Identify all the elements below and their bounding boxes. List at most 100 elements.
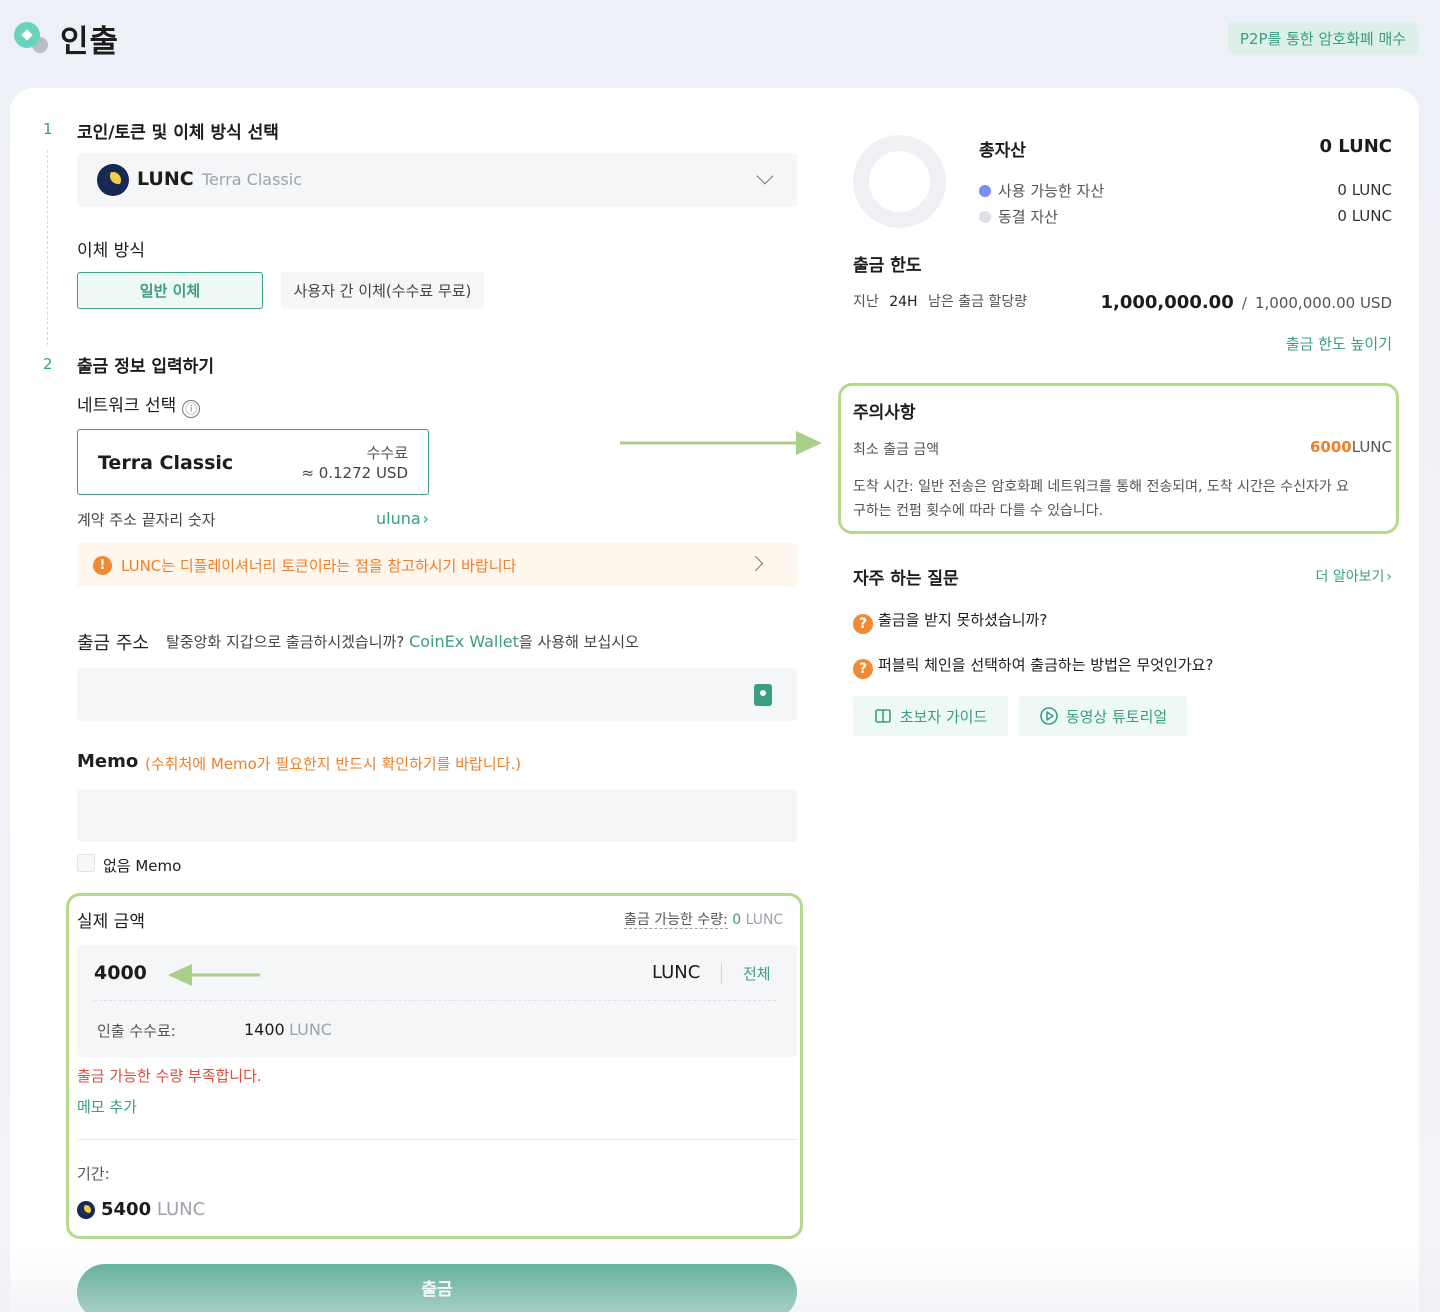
available-value: 0 bbox=[732, 912, 742, 928]
limit-separator: / bbox=[1241, 294, 1247, 312]
frozen-legend-dot bbox=[979, 211, 991, 223]
chevron-right-icon: › bbox=[1386, 569, 1392, 585]
min-withdraw-amount: 6000LUNC bbox=[1232, 438, 1392, 456]
address-hint-post: 을 사용해 보십시오 bbox=[518, 633, 639, 651]
limit-period-mid: 24H bbox=[889, 294, 918, 310]
min-withdraw-value: 6000 bbox=[1309, 438, 1352, 456]
total-amount: 5400 LUNC bbox=[101, 1199, 205, 1220]
max-amount-button[interactable]: 전체 bbox=[743, 963, 771, 984]
step-1-number: 1 bbox=[43, 120, 53, 138]
arrival-line-2: 구하는 컨펌 횟수에 따라 다를 수 있습니다. bbox=[853, 503, 1104, 519]
frozen-assets-value: 0 LUNC bbox=[1337, 207, 1392, 225]
warning-icon: ! bbox=[93, 556, 112, 575]
available-label: 출금 가능한 수량: bbox=[624, 912, 728, 929]
withdraw-submit-button[interactable]: 출금 bbox=[77, 1264, 797, 1312]
normal-transfer-button[interactable]: 일반 이체 bbox=[77, 272, 263, 309]
contract-link[interactable]: uluna › bbox=[376, 509, 429, 528]
withdraw-limit-title: 출금 한도 bbox=[853, 256, 922, 276]
amount-separator bbox=[721, 963, 722, 984]
network-fee-label: 수수료 bbox=[366, 444, 408, 462]
withdraw-fee-label: 인출 수수료: bbox=[97, 1022, 176, 1040]
network-option-terra-classic[interactable]: Terra Classic 수수료 ≈ 0.1272 USD bbox=[77, 429, 429, 495]
limit-period: 지난 24H 남은 출금 할당량 bbox=[853, 291, 1027, 311]
faq-question-1[interactable]: ? 출금을 받지 못하셨습니까? bbox=[853, 609, 1047, 634]
address-input-overlay bbox=[77, 668, 797, 721]
network-label-row: 네트워크 선택 ⓘ bbox=[77, 391, 201, 418]
info-icon[interactable]: ⓘ bbox=[182, 400, 201, 418]
asset-donut-chart bbox=[853, 135, 946, 228]
min-withdraw-label: 최소 출금 금액 bbox=[853, 442, 940, 458]
limit-period-post: 남은 출금 할당량 bbox=[928, 294, 1028, 310]
step-2-number: 2 bbox=[43, 355, 53, 373]
available-legend-dot bbox=[979, 185, 991, 197]
beginner-guide-label: 초보자 가이드 bbox=[899, 707, 988, 726]
contract-value: uluna bbox=[376, 509, 421, 528]
question-icon: ? bbox=[853, 659, 873, 679]
beginner-guide-button[interactable]: 초보자 가이드 bbox=[853, 696, 1008, 736]
deflationary-warning-bar[interactable]: ! LUNC는 디플레이셔너리 토큰이라는 점을 참고하시기 바랍니다 bbox=[77, 543, 797, 587]
faq-question-2-text: 퍼블릭 체인을 선택하여 출금하는 방법은 무엇인가요? bbox=[878, 656, 1214, 674]
memo-input[interactable] bbox=[77, 789, 797, 842]
section-divider bbox=[77, 1139, 797, 1140]
available-amount: 출금 가능한 수량: 0 LUNC bbox=[624, 909, 783, 929]
total-assets-label: 총자산 bbox=[979, 141, 1026, 161]
insufficient-balance-error: 출금 가능한 수량 부족합니다. bbox=[77, 1067, 262, 1085]
faq-more-link[interactable]: 더 알아보기 › bbox=[1262, 566, 1392, 586]
notice-title: 주의사항 bbox=[853, 403, 916, 423]
step-2-title: 출금 정보 입력하기 bbox=[77, 357, 214, 377]
faq-title: 자주 하는 질문 bbox=[853, 569, 959, 589]
coin-selector[interactable]: LUNC Terra Classic bbox=[77, 153, 797, 207]
memo-note: (수취처에 Memo가 필요한지 반드시 확인하기를 바랍니다.) bbox=[145, 755, 522, 773]
address-book-icon[interactable] bbox=[754, 684, 772, 706]
limit-values: 1,000,000.00 / 1,000,000.00 USD bbox=[1092, 292, 1393, 313]
period-label: 기간: bbox=[77, 1165, 110, 1183]
p2p-buy-button[interactable]: P2P를 통한 암호화폐 매수 bbox=[1228, 22, 1418, 54]
video-tutorial-label: 동영상 튜토리얼 bbox=[1065, 707, 1168, 726]
arrival-time-note: 도착 시간: 일반 전송은 암호화폐 네트워크를 통해 전송되며, 도착 시간은… bbox=[853, 475, 1393, 523]
address-label: 출금 주소 bbox=[77, 633, 149, 654]
amount-input[interactable]: 4000 bbox=[94, 962, 147, 984]
play-icon bbox=[1040, 707, 1058, 725]
faq-question-1-text: 출금을 받지 못하셨습니까? bbox=[878, 611, 1048, 629]
annotation-arrow-right bbox=[620, 431, 822, 455]
coin-symbol: LUNC bbox=[137, 168, 194, 190]
total-unit: LUNC bbox=[156, 1199, 206, 1220]
network-label: 네트워크 선택 bbox=[77, 396, 177, 416]
lunc-coin-icon bbox=[77, 1201, 95, 1219]
step-1-title: 코인/토큰 및 이체 방식 선택 bbox=[77, 123, 279, 143]
warning-text: LUNC는 디플레이셔너리 토큰이라는 점을 참고하시기 바랍니다 bbox=[121, 557, 517, 575]
faq-question-2[interactable]: ? 퍼블릭 체인을 선택하여 출금하는 방법은 무엇인가요? bbox=[853, 654, 1213, 679]
annotation-arrow-left bbox=[168, 964, 260, 986]
total-assets-value: 0 LUNC bbox=[1319, 136, 1392, 157]
limit-total: 1,000,000.00 USD bbox=[1254, 294, 1392, 312]
no-memo-checkbox[interactable] bbox=[77, 854, 95, 872]
limit-period-pre: 지난 bbox=[853, 294, 879, 310]
address-hint: 탈중앙화 지갑으로 출금하시겠습니까? CoinEx Wallet을 사용해 보… bbox=[166, 631, 639, 652]
amount-label: 실제 금액 bbox=[77, 912, 145, 932]
memo-label: Memo bbox=[77, 751, 139, 772]
address-hint-pre: 탈중앙화 지갑으로 출금하시겠습니까? bbox=[166, 633, 410, 651]
raise-limit-link[interactable]: 출금 한도 높이기 bbox=[1232, 333, 1392, 354]
arrival-line-1: 도착 시간: 일반 전송은 암호화폐 네트워크를 통해 전송되며, 도착 시간은… bbox=[853, 479, 1350, 495]
total-value: 5400 bbox=[101, 1199, 152, 1220]
amount-divider bbox=[94, 1000, 776, 1001]
transfer-method-label: 이체 방식 bbox=[77, 241, 145, 261]
network-fee-value: ≈ 0.1272 USD bbox=[301, 464, 408, 482]
available-assets-row: 사용 가능한 자산 bbox=[979, 180, 1104, 201]
chevron-right-icon bbox=[747, 555, 764, 572]
frozen-assets-row: 동결 자산 bbox=[979, 206, 1058, 227]
withdraw-fee-unit: LUNC bbox=[289, 1020, 332, 1039]
network-name: Terra Classic bbox=[98, 452, 234, 474]
book-icon bbox=[874, 709, 891, 723]
add-memo-link[interactable]: 메모 추가 bbox=[77, 1096, 137, 1117]
question-icon: ? bbox=[853, 614, 873, 634]
available-assets-label: 사용 가능한 자산 bbox=[998, 182, 1105, 200]
amount-unit: LUNC bbox=[652, 962, 701, 983]
chevron-down-icon bbox=[756, 167, 774, 185]
coinex-wallet-link[interactable]: CoinEx Wallet bbox=[409, 632, 519, 651]
available-assets-value: 0 LUNC bbox=[1337, 181, 1392, 199]
page-title: 인출 bbox=[60, 24, 120, 60]
user-transfer-button[interactable]: 사용자 간 이체(수수료 무료) bbox=[281, 272, 484, 309]
video-tutorial-button[interactable]: 동영상 튜토리얼 bbox=[1019, 696, 1187, 736]
frozen-assets-label: 동결 자산 bbox=[998, 208, 1058, 226]
